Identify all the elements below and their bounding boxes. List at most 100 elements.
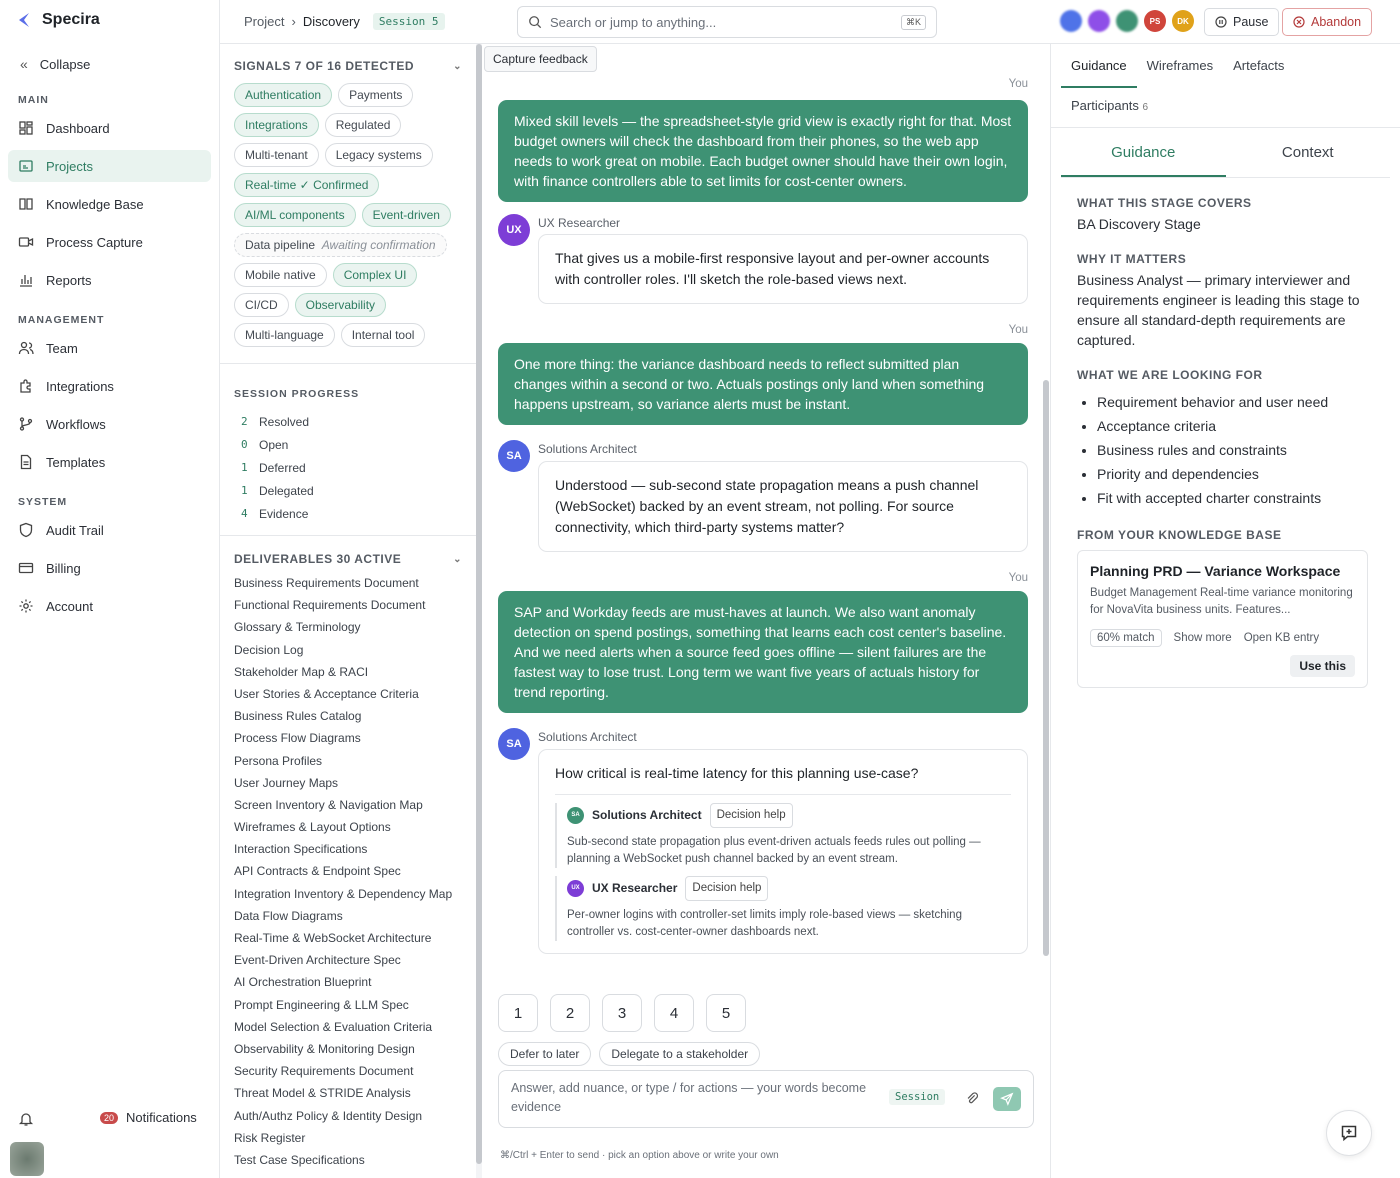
kb-show-more-link[interactable]: Show more [1174, 632, 1232, 644]
signals-title: SIGNALS 7 OF 16 DETECTED [234, 59, 415, 73]
deliverable-item[interactable]: Risk Register [220, 1127, 476, 1149]
avatar[interactable] [1088, 10, 1110, 32]
signal-chip[interactable]: Multi-language [234, 323, 335, 347]
new-note-button[interactable] [1326, 1110, 1372, 1156]
deliverable-item[interactable]: Wireframes & Layout Options [220, 816, 476, 838]
sender-role: Solutions Architect [538, 730, 637, 744]
sidebar-item-account[interactable]: Account [8, 590, 211, 622]
sidebar-item-knowledge-base[interactable]: Knowledge Base [8, 188, 211, 220]
abandon-button[interactable]: Abandon [1282, 8, 1373, 36]
pause-button[interactable]: Pause [1204, 8, 1280, 36]
signal-chip[interactable]: Internal tool [340, 323, 426, 347]
signal-chip[interactable]: Observability [294, 293, 387, 317]
deliverable-item[interactable]: Data Flow Diagrams [220, 905, 476, 927]
brand[interactable]: Specira [0, 0, 219, 40]
avatar[interactable]: PS [1144, 10, 1166, 32]
signal-chip[interactable]: Data pipeline Awaiting confirmation [234, 233, 447, 257]
signal-chip[interactable]: Multi-tenant [234, 143, 319, 167]
deliverable-item[interactable]: Decision Log [220, 639, 476, 661]
capture-feedback-button[interactable]: Capture feedback [484, 46, 597, 72]
option-button-1[interactable]: 1 [498, 994, 538, 1032]
deliverable-item[interactable]: Business Rules Catalog [220, 705, 476, 727]
sidebar-item-templates[interactable]: Templates [8, 446, 211, 478]
avatar[interactable]: DK [1172, 10, 1194, 32]
deliverable-item[interactable]: Auth/Authz Policy & Identity Design [220, 1105, 476, 1127]
signal-chip[interactable]: Integrations [234, 113, 319, 137]
deliverable-item[interactable]: User Stories & Acceptance Criteria [220, 683, 476, 705]
signal-chip[interactable]: Authentication [234, 83, 333, 107]
sidebar-item-audit-trail[interactable]: Audit Trail [8, 514, 211, 546]
user-avatar[interactable] [10, 1142, 44, 1176]
signal-chip[interactable]: Real-time ✓ Confirmed [234, 173, 380, 197]
signal-chip[interactable]: CI/CD [234, 293, 289, 317]
sidebar-item-billing[interactable]: Billing [8, 552, 211, 584]
sidebar-item-team[interactable]: Team [8, 332, 211, 364]
chat-scrollbar[interactable] [1043, 380, 1049, 956]
deliverable-item[interactable]: Stakeholder Map & RACI [220, 661, 476, 683]
sidebar-item-projects[interactable]: Projects [8, 150, 211, 182]
deliverable-item[interactable]: Glossary & Terminology [220, 616, 476, 638]
send-button[interactable] [993, 1087, 1021, 1111]
subtab-guidance[interactable]: Guidance [1061, 128, 1226, 177]
defer-button[interactable]: Defer to later [498, 1042, 592, 1066]
deliverable-item[interactable]: AI Orchestration Blueprint [220, 971, 476, 993]
composer-session-tag[interactable]: Session [889, 1089, 946, 1105]
option-button-2[interactable]: 2 [550, 994, 590, 1032]
deliverable-item[interactable]: Threat Model & STRIDE Analysis [220, 1082, 476, 1104]
tab-guidance[interactable]: Guidance [1061, 44, 1137, 88]
search-input[interactable]: Search or jump to anything... ⌘K [517, 6, 937, 38]
deliverable-item[interactable]: Business Requirements Document [220, 572, 476, 594]
collapse-button[interactable]: « Collapse [0, 52, 219, 76]
sidebar-item-reports[interactable]: Reports [8, 264, 211, 296]
sender-role: Solutions Architect [538, 442, 637, 456]
deliverable-item[interactable]: Observability & Monitoring Design [220, 1038, 476, 1060]
signal-chip[interactable]: Complex UI [332, 263, 418, 287]
signal-chip[interactable]: Legacy systems [324, 143, 433, 167]
signals-header[interactable]: SIGNALS 7 OF 16 DETECTED ⌄ [220, 59, 476, 73]
user-message: SAP and Workday feeds are must-haves at … [498, 591, 1028, 713]
deliverable-item[interactable]: User Journey Maps [220, 772, 476, 794]
section-heading: WHAT WE ARE LOOKING FOR [1077, 368, 1263, 382]
deliverable-item[interactable]: Model Selection & Evaluation Criteria [220, 1016, 476, 1038]
option-button-5[interactable]: 5 [706, 994, 746, 1032]
option-button-4[interactable]: 4 [654, 994, 694, 1032]
deliverable-item[interactable]: Real-Time & WebSocket Architecture [220, 927, 476, 949]
deliverable-item[interactable]: Persona Profiles [220, 750, 476, 772]
deliverable-item[interactable]: Functional Requirements Document [220, 594, 476, 616]
message-composer[interactable]: Answer, add nuance, or type / for action… [498, 1070, 1034, 1128]
signal-chip[interactable]: Event-driven [361, 203, 451, 227]
signal-chip[interactable]: Payments [338, 83, 414, 107]
deliverable-item[interactable]: Prompt Engineering & LLM Spec [220, 994, 476, 1016]
sidebar-item-workflows[interactable]: Workflows [8, 408, 211, 440]
notifications-button[interactable]: 20 Notifications [18, 1108, 208, 1130]
deliverable-item[interactable]: Interaction Specifications [220, 838, 476, 860]
use-this-button[interactable]: Use this [1290, 655, 1355, 677]
deliverables-header[interactable]: DELIVERABLES 30 ACTIVE ⌄ [220, 552, 476, 566]
sidebar-item-process-capture[interactable]: Process Capture [8, 226, 211, 258]
paperclip-icon[interactable] [965, 1091, 979, 1105]
avatar[interactable] [1116, 10, 1138, 32]
delegate-button[interactable]: Delegate to a stakeholder [599, 1042, 761, 1066]
deliverable-item[interactable]: Screen Inventory & Navigation Map [220, 794, 476, 816]
agent-message: Understood — sub-second state propagatio… [538, 461, 1028, 552]
sidebar-item-integrations[interactable]: Integrations [8, 370, 211, 402]
signal-chip[interactable]: Regulated [324, 113, 402, 137]
subtab-context[interactable]: Context [1226, 128, 1391, 177]
breadcrumb-project[interactable]: Project [244, 14, 284, 29]
deliverable-item[interactable]: Security Requirements Document [220, 1060, 476, 1082]
deliverable-item[interactable]: Process Flow Diagrams [220, 727, 476, 749]
deliverable-item[interactable]: Event-Driven Architecture Spec [220, 949, 476, 971]
deliverable-item[interactable]: Integration Inventory & Dependency Map [220, 883, 476, 905]
tab-wireframes[interactable]: Wireframes [1137, 44, 1223, 88]
sidebar-item-dashboard[interactable]: Dashboard [8, 112, 211, 144]
signal-chip[interactable]: AI/ML components [234, 203, 356, 227]
tab-artefacts[interactable]: Artefacts [1223, 44, 1294, 88]
tab-participants[interactable]: Participants 6 [1051, 88, 1400, 128]
deliverable-item[interactable]: Test Case Specifications [220, 1149, 476, 1171]
kb-open-link[interactable]: Open KB entry [1244, 632, 1319, 644]
deliverable-item[interactable]: API Contracts & Endpoint Spec [220, 860, 476, 882]
signal-chip[interactable]: Mobile native [234, 263, 327, 287]
option-button-3[interactable]: 3 [602, 994, 642, 1032]
avatar[interactable] [1060, 10, 1082, 32]
right-panel-tabs: Guidance Wireframes Artefacts [1051, 44, 1400, 88]
